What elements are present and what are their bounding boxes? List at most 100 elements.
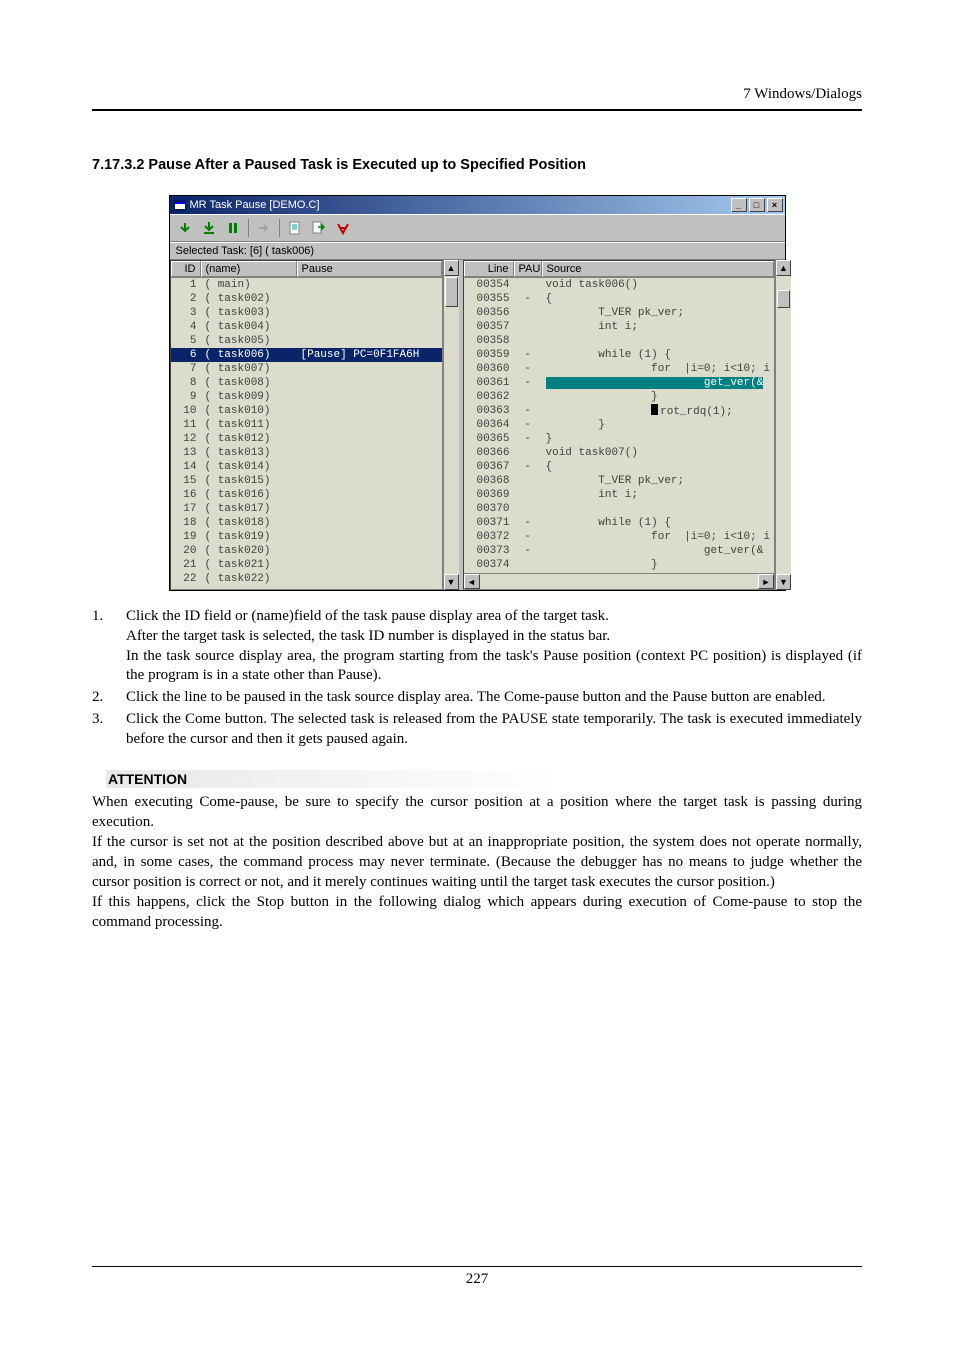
col-pau[interactable]: PAU	[514, 261, 542, 277]
source-text: rot_rdq(1);	[542, 404, 774, 418]
source-row[interactable]: 00365-}	[464, 432, 774, 446]
scroll-up-button[interactable]: ▲	[444, 260, 459, 276]
task-row[interactable]: 14( task014)	[171, 460, 442, 474]
scroll-down-button[interactable]: ▼	[776, 574, 791, 590]
task-pause	[297, 306, 442, 320]
view-source-button[interactable]	[284, 218, 306, 238]
task-row[interactable]: 21( task021)	[171, 558, 442, 572]
source-vscrollbar[interactable]: ▲ ▼	[775, 260, 791, 590]
source-row[interactable]: 00372- for |i=0; i<10; i	[464, 530, 774, 544]
source-line-no: 00369	[464, 488, 514, 502]
source-row[interactable]: 00354void task006()	[464, 278, 774, 292]
come-pause-button[interactable]	[174, 218, 196, 238]
task-row[interactable]: 11( task011)	[171, 418, 442, 432]
source-row[interactable]: 00374 }	[464, 558, 774, 572]
task-row[interactable]: 8( task008)	[171, 376, 442, 390]
close-button[interactable]: ×	[767, 198, 783, 212]
col-id[interactable]: ID	[171, 261, 201, 277]
source-row[interactable]: 00357 int i;	[464, 320, 774, 334]
instruction-text: Click the ID field or (name)field of the…	[126, 607, 862, 686]
source-row[interactable]: 00373- get_ver(&	[464, 544, 774, 558]
attention-paragraph: If this happens, click the Stop button i…	[92, 892, 862, 932]
task-row[interactable]: 16( task016)	[171, 488, 442, 502]
source-row[interactable]: 00364- }	[464, 418, 774, 432]
task-name: ( task021)	[201, 558, 297, 572]
source-row[interactable]: 00366void task007()	[464, 446, 774, 460]
source-body[interactable]: 00354void task006()00355-{00356 T_VER pk…	[464, 278, 774, 573]
source-row[interactable]: 00370	[464, 502, 774, 516]
task-id: 14	[171, 460, 201, 474]
source-row[interactable]: 00363- rot_rdq(1);	[464, 404, 774, 418]
source-row[interactable]: 00369 int i;	[464, 488, 774, 502]
task-id: 10	[171, 404, 201, 418]
source-row[interactable]: 00361- get_ver(&	[464, 376, 774, 390]
source-pane: Line PAU Source 00354void task006()00355…	[463, 260, 775, 590]
arrow-down-green-icon	[178, 221, 192, 235]
col-source[interactable]: Source	[542, 261, 774, 277]
task-list-body[interactable]: 1( main)2( task002)3( task003)4( task004…	[171, 278, 442, 589]
source-row[interactable]: 00362 }	[464, 390, 774, 404]
task-row[interactable]: 4( task004)	[171, 320, 442, 334]
minimize-button[interactable]: _	[731, 198, 747, 212]
task-row[interactable]: 5( task005)	[171, 334, 442, 348]
source-row[interactable]: 00368 T_VER pk_ver;	[464, 474, 774, 488]
source-pau	[514, 390, 542, 404]
col-line[interactable]: Line	[464, 261, 514, 277]
scroll-thumb[interactable]	[777, 290, 790, 308]
pause-button[interactable]	[198, 218, 220, 238]
task-row[interactable]: 10( task010)	[171, 404, 442, 418]
task-id: 2	[171, 292, 201, 306]
task-pause	[297, 488, 442, 502]
task-id: 20	[171, 544, 201, 558]
task-row[interactable]: 22( task022)	[171, 572, 442, 586]
task-row[interactable]: 2( task002)	[171, 292, 442, 306]
instruction-item: 2.Click the line to be paused in the tas…	[92, 688, 862, 708]
for-all-icon	[335, 221, 351, 235]
task-row[interactable]: 12( task012)	[171, 432, 442, 446]
task-list-scrollbar[interactable]: ▲ ▼	[443, 260, 459, 590]
come-button[interactable]	[253, 218, 275, 238]
task-row[interactable]: 18( task018)	[171, 516, 442, 530]
task-pause	[297, 558, 442, 572]
maximize-button[interactable]: □	[749, 198, 765, 212]
task-row[interactable]: 20( task020)	[171, 544, 442, 558]
task-row[interactable]: 13( task013)	[171, 446, 442, 460]
task-row[interactable]: 7( task007)	[171, 362, 442, 376]
col-pause[interactable]: Pause	[297, 261, 442, 277]
select-all-button[interactable]	[332, 218, 354, 238]
task-row[interactable]: 1( main)	[171, 278, 442, 292]
source-row[interactable]: 00359- while (1) {	[464, 348, 774, 362]
task-name: ( task002)	[201, 292, 297, 306]
scroll-thumb[interactable]	[445, 277, 458, 307]
source-pau	[514, 488, 542, 502]
scroll-down-button[interactable]: ▼	[444, 574, 459, 590]
source-text: {	[542, 292, 774, 306]
stop-pause-button[interactable]	[222, 218, 244, 238]
page-header: 7 Windows/Dialogs	[92, 86, 862, 111]
task-row[interactable]: 17( task017)	[171, 502, 442, 516]
scroll-up-button[interactable]: ▲	[776, 260, 791, 276]
source-row[interactable]: 00356 T_VER pk_ver;	[464, 306, 774, 320]
source-hscrollbar[interactable]: ◄ ►	[464, 573, 774, 589]
source-row[interactable]: 00371- while (1) {	[464, 516, 774, 530]
task-id: 17	[171, 502, 201, 516]
scroll-left-button[interactable]: ◄	[464, 574, 480, 589]
task-name: ( task004)	[201, 320, 297, 334]
source-pau: -	[514, 404, 542, 418]
source-row[interactable]: 00367-{	[464, 460, 774, 474]
task-row[interactable]: 3( task003)	[171, 306, 442, 320]
task-row[interactable]: 9( task009)	[171, 390, 442, 404]
task-name: ( task005)	[201, 334, 297, 348]
task-row[interactable]: 15( task015)	[171, 474, 442, 488]
task-row[interactable]: 19( task019)	[171, 530, 442, 544]
source-row[interactable]: 00355-{	[464, 292, 774, 306]
source-row[interactable]: 00360- for |i=0; i<10; i	[464, 362, 774, 376]
task-row[interactable]: 6( task006)[Pause] PC=0F1FA6H	[171, 348, 442, 362]
col-name[interactable]: (name)	[201, 261, 297, 277]
source-line-no: 00363	[464, 404, 514, 418]
instruction-number: 1.	[92, 607, 126, 686]
source-row[interactable]: 00358	[464, 334, 774, 348]
scroll-right-button[interactable]: ►	[758, 574, 774, 589]
view-mode-button[interactable]	[308, 218, 330, 238]
document-icon	[288, 221, 302, 235]
